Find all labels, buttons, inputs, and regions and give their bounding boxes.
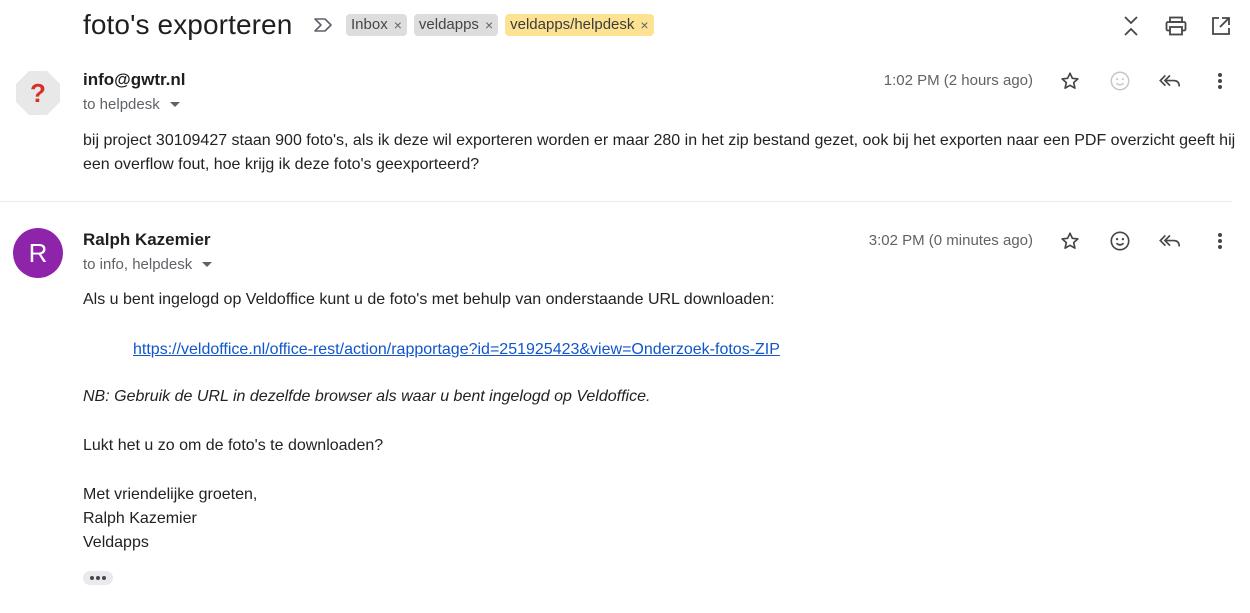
- message-body-intro: Als u bent ingelogd op Veldoffice kunt u…: [83, 291, 775, 308]
- remove-label-icon[interactable]: ×: [485, 18, 493, 32]
- message-divider: [0, 201, 1232, 202]
- message-body: bij project 30109427 staan 900 foto's, a…: [83, 132, 1236, 173]
- sender-avatar-unknown: ?: [13, 68, 63, 118]
- email-subject: foto's exporteren: [83, 9, 293, 40]
- label-chip-inbox[interactable]: Inbox ×: [346, 14, 407, 36]
- message-time: 1:02 PM (2 hours ago): [883, 72, 1033, 89]
- label-chip-text: veldapps: [418, 16, 479, 33]
- remove-label-icon[interactable]: ×: [394, 18, 402, 32]
- sender-avatar: R: [13, 228, 63, 278]
- download-url[interactable]: https://veldoffice.nl/office-rest/action…: [133, 341, 780, 358]
- reply-all-button[interactable]: [1157, 68, 1183, 94]
- star-button[interactable]: [1057, 228, 1083, 254]
- label-chip-veldapps[interactable]: veldapps ×: [413, 14, 499, 36]
- dot-icon: [90, 576, 94, 580]
- star-button[interactable]: [1057, 68, 1083, 94]
- print-all-button[interactable]: [1164, 14, 1188, 38]
- add-reaction-button[interactable]: [1107, 228, 1133, 254]
- open-in-new-window-button[interactable]: [1209, 14, 1233, 38]
- signature-company: Veldapps: [83, 534, 149, 551]
- svg-text:?: ?: [30, 78, 46, 108]
- more-options-button[interactable]: [1207, 228, 1233, 254]
- label-chip-text: Inbox: [351, 16, 388, 33]
- reply-all-button[interactable]: [1157, 228, 1183, 254]
- signature-name: Ralph Kazemier: [83, 510, 197, 527]
- star-icon: [1061, 72, 1079, 89]
- recipients: to helpdesk: [83, 96, 180, 113]
- sender-name[interactable]: info@gwtr.nl: [83, 70, 186, 90]
- recipients-text: to helpdesk: [83, 96, 160, 113]
- print-icon: [1165, 16, 1187, 36]
- show-details-icon[interactable]: [169, 102, 180, 107]
- recipients-text: to info, helpdesk: [83, 256, 193, 273]
- collapse-all-button[interactable]: [1119, 14, 1143, 38]
- sender-name[interactable]: Ralph Kazemier: [83, 230, 211, 250]
- reply-all-icon: [1159, 74, 1181, 87]
- label-chips: Inbox × veldapps × veldapps/helpdesk ×: [346, 14, 654, 36]
- label-chip-text: veldapps/helpdesk: [510, 16, 635, 33]
- signature-greeting: Met vriendelijke groeten,: [83, 486, 258, 503]
- message-question: Lukt het u zo om de foto's te downloaden…: [83, 437, 384, 454]
- emoji-icon: [1110, 71, 1130, 91]
- show-trimmed-content-button[interactable]: [83, 571, 113, 585]
- recipients: to info, helpdesk: [83, 256, 213, 273]
- star-icon: [1061, 232, 1079, 249]
- more-options-button[interactable]: [1207, 68, 1233, 94]
- label-chip-veldapps-helpdesk[interactable]: veldapps/helpdesk ×: [505, 14, 654, 36]
- add-reaction-button[interactable]: [1107, 68, 1133, 94]
- importance-marker-icon[interactable]: [312, 15, 334, 35]
- reply-all-icon: [1159, 234, 1181, 247]
- dot-icon: [102, 576, 106, 580]
- message-time: 3:02 PM (0 minutes ago): [868, 232, 1033, 249]
- show-details-icon[interactable]: [202, 262, 213, 267]
- dot-icon: [96, 576, 100, 580]
- emoji-icon: [1110, 231, 1130, 251]
- open-in-new-icon: [1212, 17, 1230, 35]
- download-link[interactable]: https://veldoffice.nl/office-rest/action…: [133, 338, 1233, 362]
- more-vert-icon: [1218, 73, 1222, 89]
- message-note: NB: Gebruik de URL in dezelfde browser a…: [83, 388, 651, 405]
- more-vert-icon: [1218, 233, 1222, 249]
- remove-label-icon[interactable]: ×: [640, 18, 648, 32]
- collapse-all-icon: [1124, 16, 1138, 36]
